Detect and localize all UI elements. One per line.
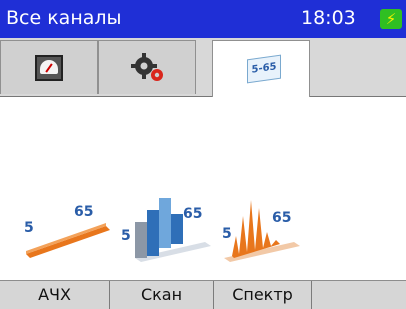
- charging-battery-icon: ⚡: [380, 9, 402, 29]
- range-low-label: 5: [24, 220, 34, 236]
- range-tag-icon: 5-65: [247, 54, 281, 84]
- mode-illustrations: 5 65 5 65 5 65: [0, 196, 406, 266]
- range-high-label: 65: [183, 206, 202, 222]
- clock: 18:03: [301, 7, 356, 29]
- tab-bar: 5-65: [0, 38, 406, 97]
- tab-range[interactable]: 5-65: [212, 40, 310, 97]
- page-title: Все каналы: [6, 7, 122, 29]
- meter-gauge-icon: [35, 55, 63, 81]
- softkey-frequency-response[interactable]: АЧХ: [0, 281, 110, 309]
- range-high-label: 65: [74, 204, 93, 220]
- range-low-label: 5: [222, 226, 232, 242]
- tab-meter[interactable]: [0, 40, 98, 94]
- tab-settings[interactable]: [98, 40, 196, 94]
- status-bar: Все каналы 18:03 ⚡: [0, 0, 406, 38]
- softkey-scan[interactable]: Скан: [110, 281, 214, 309]
- gear-settings-icon: [131, 53, 163, 81]
- softkey-spectrum[interactable]: Спектр: [214, 281, 312, 309]
- range-high-label: 65: [272, 210, 291, 226]
- frequency-response-icon[interactable]: 5 65: [18, 196, 118, 266]
- softkey-empty[interactable]: [312, 281, 406, 309]
- spectrum-icon[interactable]: 5 65: [214, 196, 314, 266]
- scan-icon[interactable]: 5 65: [115, 196, 215, 266]
- range-low-label: 5: [121, 228, 131, 244]
- softkey-bar: АЧХ Скан Спектр: [0, 280, 406, 309]
